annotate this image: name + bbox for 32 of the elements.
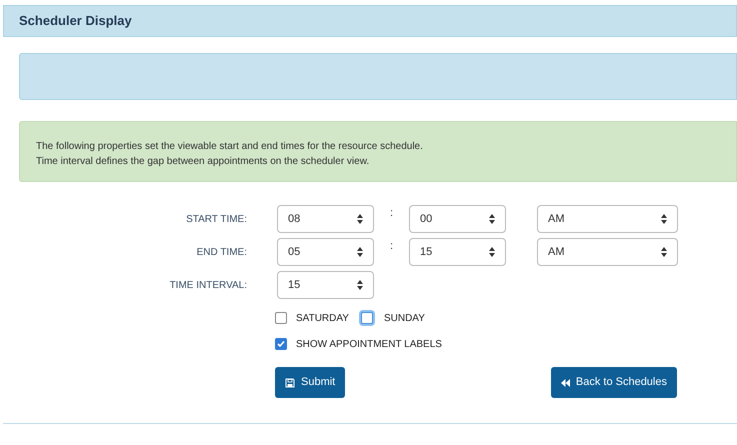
select-field[interactable]: 08 [277, 205, 374, 233]
checkbox-label: SATURDAY [296, 312, 349, 326]
select-arrows-icon [489, 214, 495, 224]
select-arrows-icon [489, 247, 495, 257]
checkbox-label: SHOW APPOINTMENT LABELS [296, 338, 442, 352]
select-field[interactable]: 00 [409, 205, 506, 233]
save-icon [285, 378, 295, 388]
select-field[interactable]: 05 [277, 238, 374, 266]
time-separator: : [390, 206, 394, 221]
notice-text: The following properties set the viewable start and end times for the resource schedule. [36, 140, 424, 154]
back-button[interactable]: Back to Schedules [550, 367, 677, 398]
select-field[interactable]: AM [537, 238, 678, 266]
checkbox-label: SUNDAY [384, 312, 425, 326]
notice-text: Time interval defines the gap between appointments on the scheduler view. [36, 155, 370, 169]
select-arrows-icon [357, 247, 363, 257]
checkmark-icon [277, 340, 285, 348]
select-field[interactable]: 15 [277, 271, 374, 299]
panel-title: Scheduler Display [19, 12, 132, 30]
select-arrows-icon [661, 214, 667, 224]
select-arrows-icon [357, 214, 363, 224]
field-label: END TIME: [196, 246, 247, 260]
select-arrows-icon [357, 280, 363, 290]
time-separator: : [390, 239, 394, 254]
rewind-icon [560, 378, 570, 386]
checkbox[interactable] [275, 312, 287, 324]
select-arrows-icon [661, 247, 667, 257]
submit-button[interactable]: Submit [275, 367, 346, 398]
select-field[interactable]: 15 [409, 238, 506, 266]
field-label: START TIME: [186, 212, 247, 226]
select-field[interactable]: AM [537, 205, 678, 233]
checkbox[interactable] [275, 338, 287, 350]
field-label: TIME INTERVAL: [170, 278, 247, 292]
